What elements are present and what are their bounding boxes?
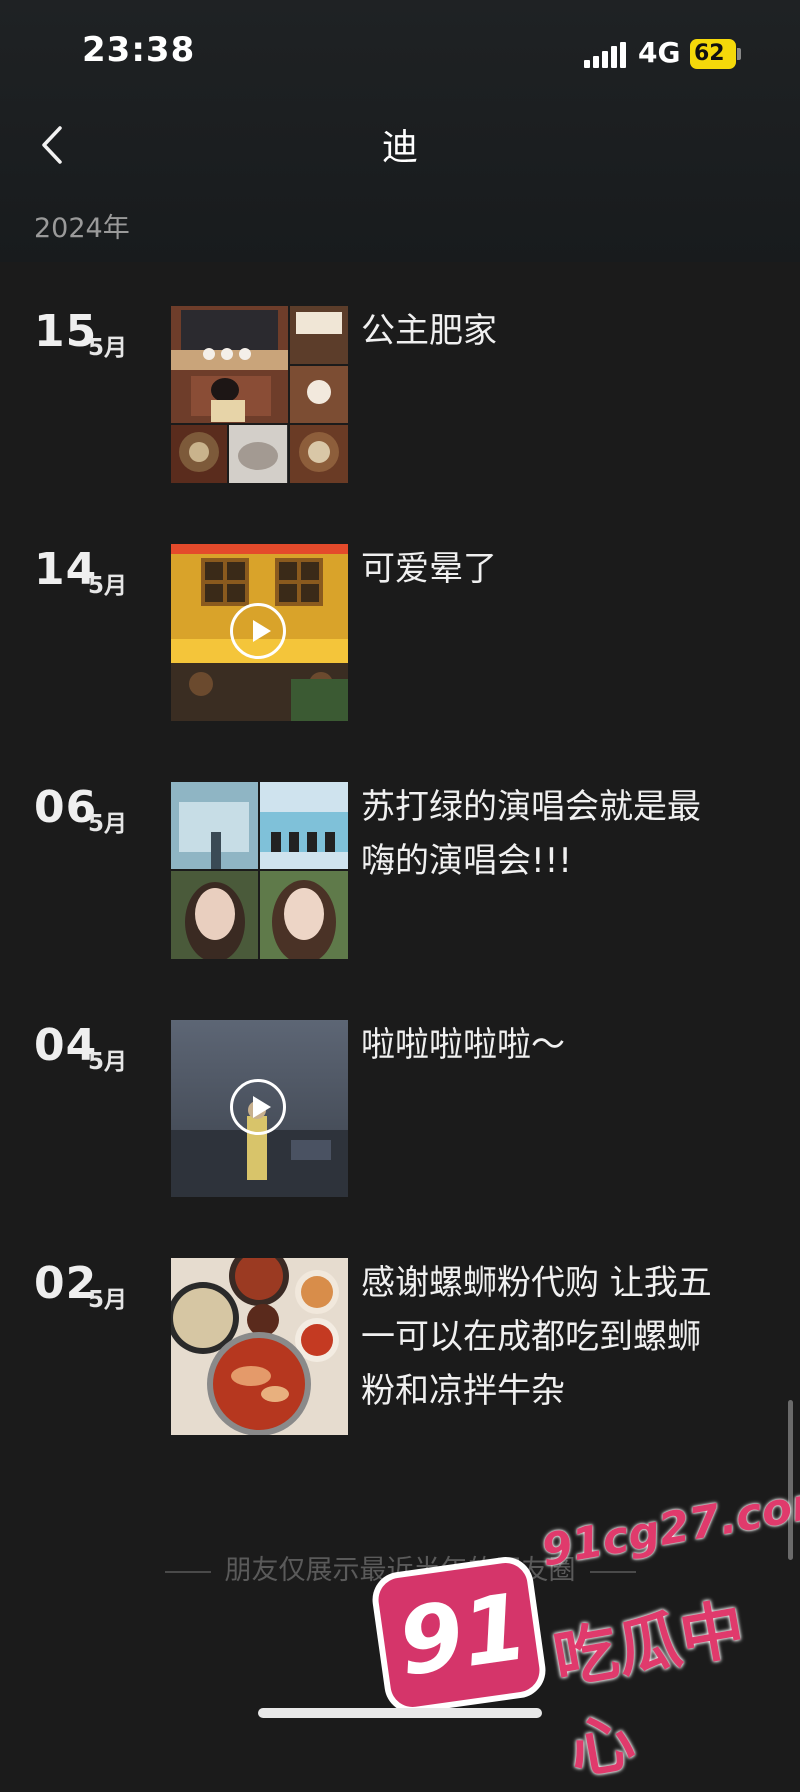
entry-text: 公主肥家	[361, 311, 497, 351]
watermark-domain: 91cg27.com	[537, 1474, 800, 1577]
play-icon	[230, 1079, 286, 1135]
year-label: 2024年	[34, 213, 130, 244]
moment-entry[interactable]: 02 5月 感谢螺蛳粉代购 让我五一可以在成都吃到螺蛳粉和凉拌牛杂	[0, 1258, 800, 1438]
photo-grid-image	[171, 306, 348, 483]
watermark-badge: 91	[375, 1560, 543, 1710]
entry-text: 可爱晕了	[361, 549, 497, 589]
watermark-badge-text: 91	[392, 1573, 534, 1697]
scrollbar[interactable]	[788, 1400, 793, 1560]
photo-grid-image	[171, 782, 348, 959]
entry-month: 5月	[88, 1049, 128, 1075]
battery-icon: 62	[690, 39, 742, 69]
photo-thumbnail[interactable]	[171, 1258, 348, 1435]
watermark-brand: 吃瓜中心	[548, 1592, 751, 1790]
entry-text: 苏打绿的演唱会就是最嗨的演唱会!!!	[361, 787, 701, 881]
entry-month: 5月	[88, 573, 128, 599]
page-title: 迪	[381, 127, 418, 168]
signal-icon	[584, 42, 626, 68]
moment-entry[interactable]: 14 5月 可爱晕了	[0, 544, 800, 724]
video-thumbnail[interactable]	[171, 1020, 348, 1197]
nav-bar: 迪	[0, 104, 800, 188]
watermark: 91 91cg27.com 吃瓜中心	[375, 1474, 800, 1789]
status-time: 23:38	[82, 30, 196, 70]
photo-grid-thumbnail[interactable]	[171, 782, 348, 959]
network-label: 4G	[638, 36, 681, 69]
entry-month: 5月	[88, 811, 128, 837]
moment-entry[interactable]: 06 5月 苏打绿的演唱会就是最嗨的演唱会!!!	[0, 782, 800, 962]
moment-entry[interactable]: 15 5月 公主肥家	[0, 306, 800, 486]
photo-grid-thumbnail[interactable]	[171, 306, 348, 483]
divider	[164, 1570, 211, 1573]
play-icon	[230, 603, 286, 659]
moment-entry[interactable]: 04 5月 啦啦啦啦啦～	[0, 1020, 800, 1200]
status-bar: 23:38 4G 62	[0, 0, 800, 104]
header-area: 23:38 4G 62 迪 2024年	[0, 0, 800, 262]
entry-text: 啦啦啦啦啦～	[361, 1025, 565, 1065]
entry-month: 5月	[88, 1287, 128, 1313]
entry-text: 感谢螺蛳粉代购 让我五一可以在成都吃到螺蛳粉和凉拌牛杂	[361, 1263, 712, 1411]
photo-image	[171, 1258, 348, 1435]
entry-month: 5月	[88, 335, 128, 361]
battery-level: 62	[694, 41, 725, 66]
video-thumbnail[interactable]	[171, 544, 348, 721]
home-indicator[interactable]	[258, 1708, 542, 1718]
